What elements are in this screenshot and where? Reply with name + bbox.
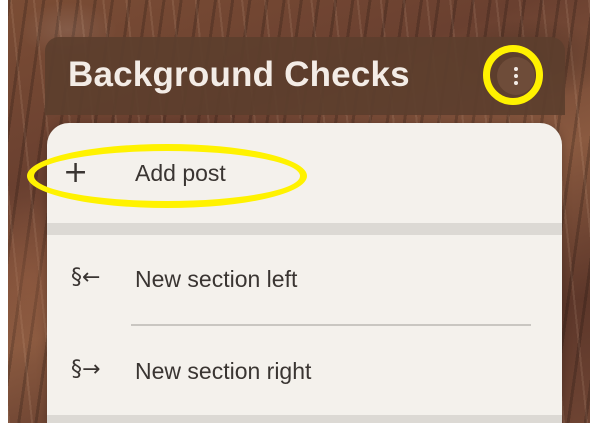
menu-group-divider (47, 223, 562, 235)
kebab-dot-icon (514, 74, 518, 78)
new-section-right-label: New section right (135, 358, 312, 384)
section-left-icon: §← (71, 265, 101, 290)
kebab-dot-icon (514, 81, 518, 85)
menu-item-divider (131, 324, 531, 326)
menu-group-divider (47, 415, 562, 423)
new-section-left-label: New section left (135, 266, 298, 292)
section-right-icon: §→ (71, 357, 101, 382)
board-title: Background Checks (68, 55, 410, 94)
board-options-button[interactable] (497, 57, 535, 95)
add-post-label: Add post (135, 160, 226, 186)
board-options-menu: + Add post §← New section left §→ New se… (47, 123, 562, 423)
plus-icon: + (63, 155, 89, 190)
kebab-dot-icon (514, 67, 518, 71)
new-section-left-item[interactable]: §← New section left (47, 235, 562, 327)
new-section-right-item[interactable]: §→ New section right (47, 327, 562, 415)
add-post-item[interactable]: + Add post (47, 123, 562, 223)
